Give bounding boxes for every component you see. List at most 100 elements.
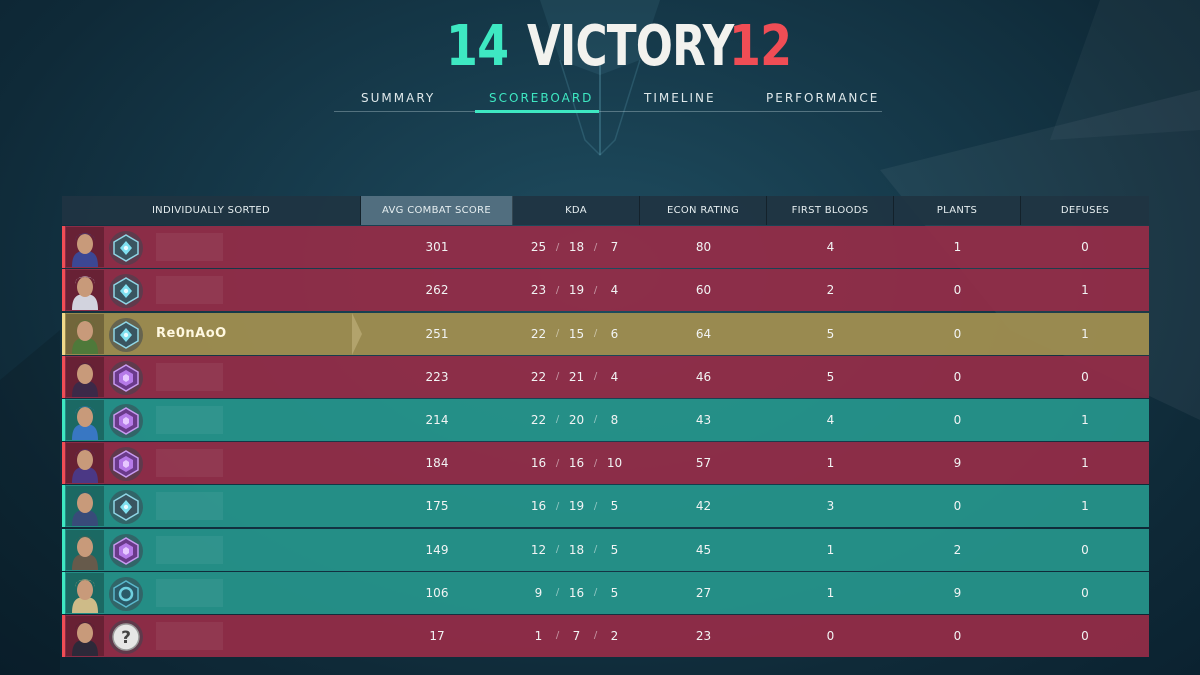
kda-separator: / — [593, 544, 598, 555]
kda-separator: / — [555, 587, 560, 599]
kda-separator: / — [555, 630, 560, 642]
defuses-value: 0 — [1081, 369, 1089, 384]
agent-portrait[interactable] — [66, 486, 104, 527]
deaths-value: 20 — [568, 412, 585, 427]
agent-portrait[interactable] — [66, 572, 104, 613]
column-header-acs[interactable]: AVG COMBAT SCORE — [361, 196, 513, 225]
acs-value: 149 — [425, 542, 449, 557]
match-result: VICTORY — [527, 14, 734, 79]
table-row[interactable]: 301 25 / 18 / 7 80 4 1 0 — [62, 226, 1149, 269]
player-cell — [62, 356, 361, 398]
table-row[interactable]: 184 16 / 16 / 10 57 1 9 1 — [62, 442, 1149, 485]
column-header-kda[interactable]: KDA — [513, 196, 640, 225]
self-row-marker — [352, 312, 362, 355]
kda-separator: / — [555, 328, 560, 340]
defuses-value: 1 — [1081, 326, 1089, 341]
agent-portrait[interactable] — [66, 443, 104, 484]
first-bloods-value: 1 — [826, 542, 835, 557]
first-bloods-value: 2 — [826, 283, 835, 298]
player-cell: ? — [62, 615, 361, 657]
econ-value: 42 — [695, 499, 712, 514]
column-header-econ[interactable]: ECON RATING — [640, 196, 767, 225]
econ-value: 64 — [695, 326, 712, 341]
first-bloods-value: 0 — [826, 628, 835, 643]
table-row[interactable]: ? 17 1 / 7 / 2 23 0 0 0 — [62, 614, 1149, 657]
kills-value: 22 — [530, 412, 547, 427]
assists-value: 10 — [606, 456, 623, 471]
table-row[interactable]: Re0nAoO 251 22 / 15 / 6 64 5 0 1 — [62, 312, 1149, 355]
defuses-value: 1 — [1081, 283, 1089, 298]
kills-value: 25 — [530, 240, 547, 255]
table-row[interactable]: 262 23 / 19 / 4 60 2 0 1 — [62, 269, 1149, 312]
immortal-rank-icon — [109, 447, 143, 482]
table-row[interactable]: 223 22 / 21 / 4 46 5 0 0 — [62, 355, 1149, 398]
first-bloods-value: 3 — [826, 499, 835, 514]
deaths-value: 18 — [568, 542, 585, 557]
deaths-value: 21 — [568, 369, 585, 384]
column-header-defuses[interactable]: DEFUSES — [1021, 196, 1149, 225]
deaths-value: 16 — [568, 456, 585, 471]
agent-portrait[interactable] — [66, 313, 104, 354]
assists-value: 7 — [610, 240, 619, 255]
immortal-rank-icon — [109, 360, 143, 395]
player-cell — [62, 572, 361, 614]
defuses-value: 0 — [1081, 240, 1089, 255]
column-header-plants[interactable]: PLANTS — [894, 196, 1021, 225]
defuses-value: 1 — [1081, 412, 1089, 427]
acs-value: 184 — [425, 456, 449, 471]
agent-portrait[interactable] — [66, 529, 104, 570]
kda-separator: / — [593, 414, 598, 426]
player-name-hidden — [156, 621, 223, 650]
kda-separator: / — [555, 241, 560, 253]
kda-separator: / — [593, 630, 598, 642]
plants-value: 9 — [953, 456, 962, 471]
defuses-value: 0 — [1081, 628, 1089, 643]
plants-value: 0 — [953, 326, 962, 341]
kda-separator: / — [593, 328, 598, 340]
player-name[interactable]: Re0nAoO — [156, 326, 227, 341]
first-bloods-value: 4 — [826, 412, 835, 427]
table-row[interactable]: 214 22 / 20 / 8 43 4 0 1 — [62, 398, 1149, 441]
agent-portrait[interactable] — [66, 399, 104, 440]
defuses-value: 0 — [1081, 542, 1089, 557]
column-header-sort[interactable]: INDIVIDUALLY SORTED — [62, 196, 361, 225]
assists-value: 4 — [610, 369, 619, 384]
player-name-hidden — [156, 362, 223, 391]
kda-value: 16 / 16 / 10 — [513, 442, 640, 484]
econ-value: 46 — [695, 369, 712, 384]
kills-value: 1 — [534, 628, 543, 643]
assists-value: 5 — [610, 499, 619, 514]
ally-score: 14 — [446, 14, 509, 79]
kda-value: 22 / 21 / 4 — [513, 356, 640, 398]
diamond-rank-icon — [109, 317, 143, 352]
tab-performance[interactable]: PERFORMANCE — [766, 91, 879, 105]
table-header: INDIVIDUALLY SORTED AVG COMBAT SCORE KDA… — [62, 196, 1149, 225]
table-body: 301 25/18/7 80 4 1 0 262 23/19/4 60 2 0 1 Re0nAoO 251… — [62, 226, 1149, 657]
deaths-value: 19 — [568, 499, 585, 514]
column-header-first-bloods[interactable]: FIRST BLOODS — [767, 196, 894, 225]
tab-timeline[interactable]: TIMELINE — [644, 91, 716, 105]
kda-separator: / — [555, 284, 560, 296]
econ-value: 80 — [695, 240, 712, 255]
kda-separator: / — [555, 371, 560, 383]
kda-value: 22 / 15 / 6 — [513, 313, 640, 355]
econ-value: 43 — [695, 412, 712, 427]
player-cell — [62, 226, 361, 268]
agent-portrait[interactable] — [66, 227, 104, 268]
kills-value: 9 — [534, 585, 543, 600]
table-row[interactable]: 149 12/18/5 45 1 2 0 — [62, 528, 1149, 571]
defuses-value: 0 — [1081, 585, 1089, 600]
table-row[interactable]: 106 9 / 16 / 5 27 1 9 0 — [62, 571, 1149, 614]
kda-value: 25 / 18 / 7 — [513, 226, 640, 268]
agent-portrait[interactable] — [66, 615, 104, 656]
acs-value: 251 — [425, 326, 449, 341]
table-row[interactable]: 175 16 / 19 / 5 42 3 0 1 — [62, 485, 1149, 528]
econ-value: 45 — [695, 542, 712, 557]
tab-scoreboard[interactable]: SCOREBOARD — [489, 91, 593, 105]
agent-portrait[interactable] — [66, 270, 104, 311]
agent-portrait[interactable] — [66, 356, 104, 397]
kills-value: 22 — [530, 369, 547, 384]
deaths-value: 15 — [568, 326, 585, 341]
tab-bar: SUMMARY SCOREBOARD TIMELINE PERFORMANCE — [334, 88, 882, 112]
tab-summary[interactable]: SUMMARY — [361, 91, 435, 105]
